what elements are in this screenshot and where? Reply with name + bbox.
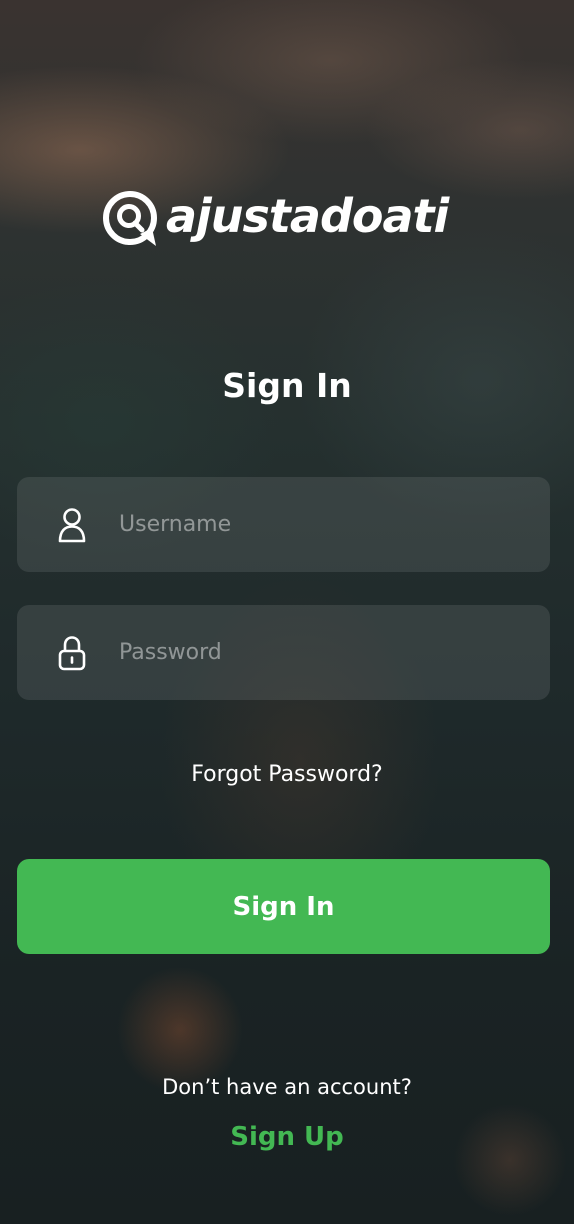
signin-screen: ajustadoati Sign In Forgot Password? Sig… xyxy=(0,0,574,1224)
brand-logo: ajustadoati xyxy=(100,186,470,252)
sign-up-link[interactable]: Sign Up xyxy=(0,1122,574,1152)
password-field[interactable] xyxy=(17,605,550,700)
forgot-password-link[interactable]: Forgot Password? xyxy=(0,762,574,787)
username-input[interactable] xyxy=(117,503,501,546)
sign-in-button[interactable]: Sign In xyxy=(17,859,550,954)
page-title: Sign In xyxy=(222,366,352,405)
username-field[interactable] xyxy=(17,477,550,572)
brand-name: ajustadoati xyxy=(166,189,449,243)
password-input[interactable] xyxy=(117,631,501,674)
lock-icon xyxy=(55,633,89,673)
no-account-text: Don’t have an account? xyxy=(162,1075,412,1099)
chat-bubble-search-icon xyxy=(103,191,157,246)
user-icon xyxy=(55,505,89,545)
